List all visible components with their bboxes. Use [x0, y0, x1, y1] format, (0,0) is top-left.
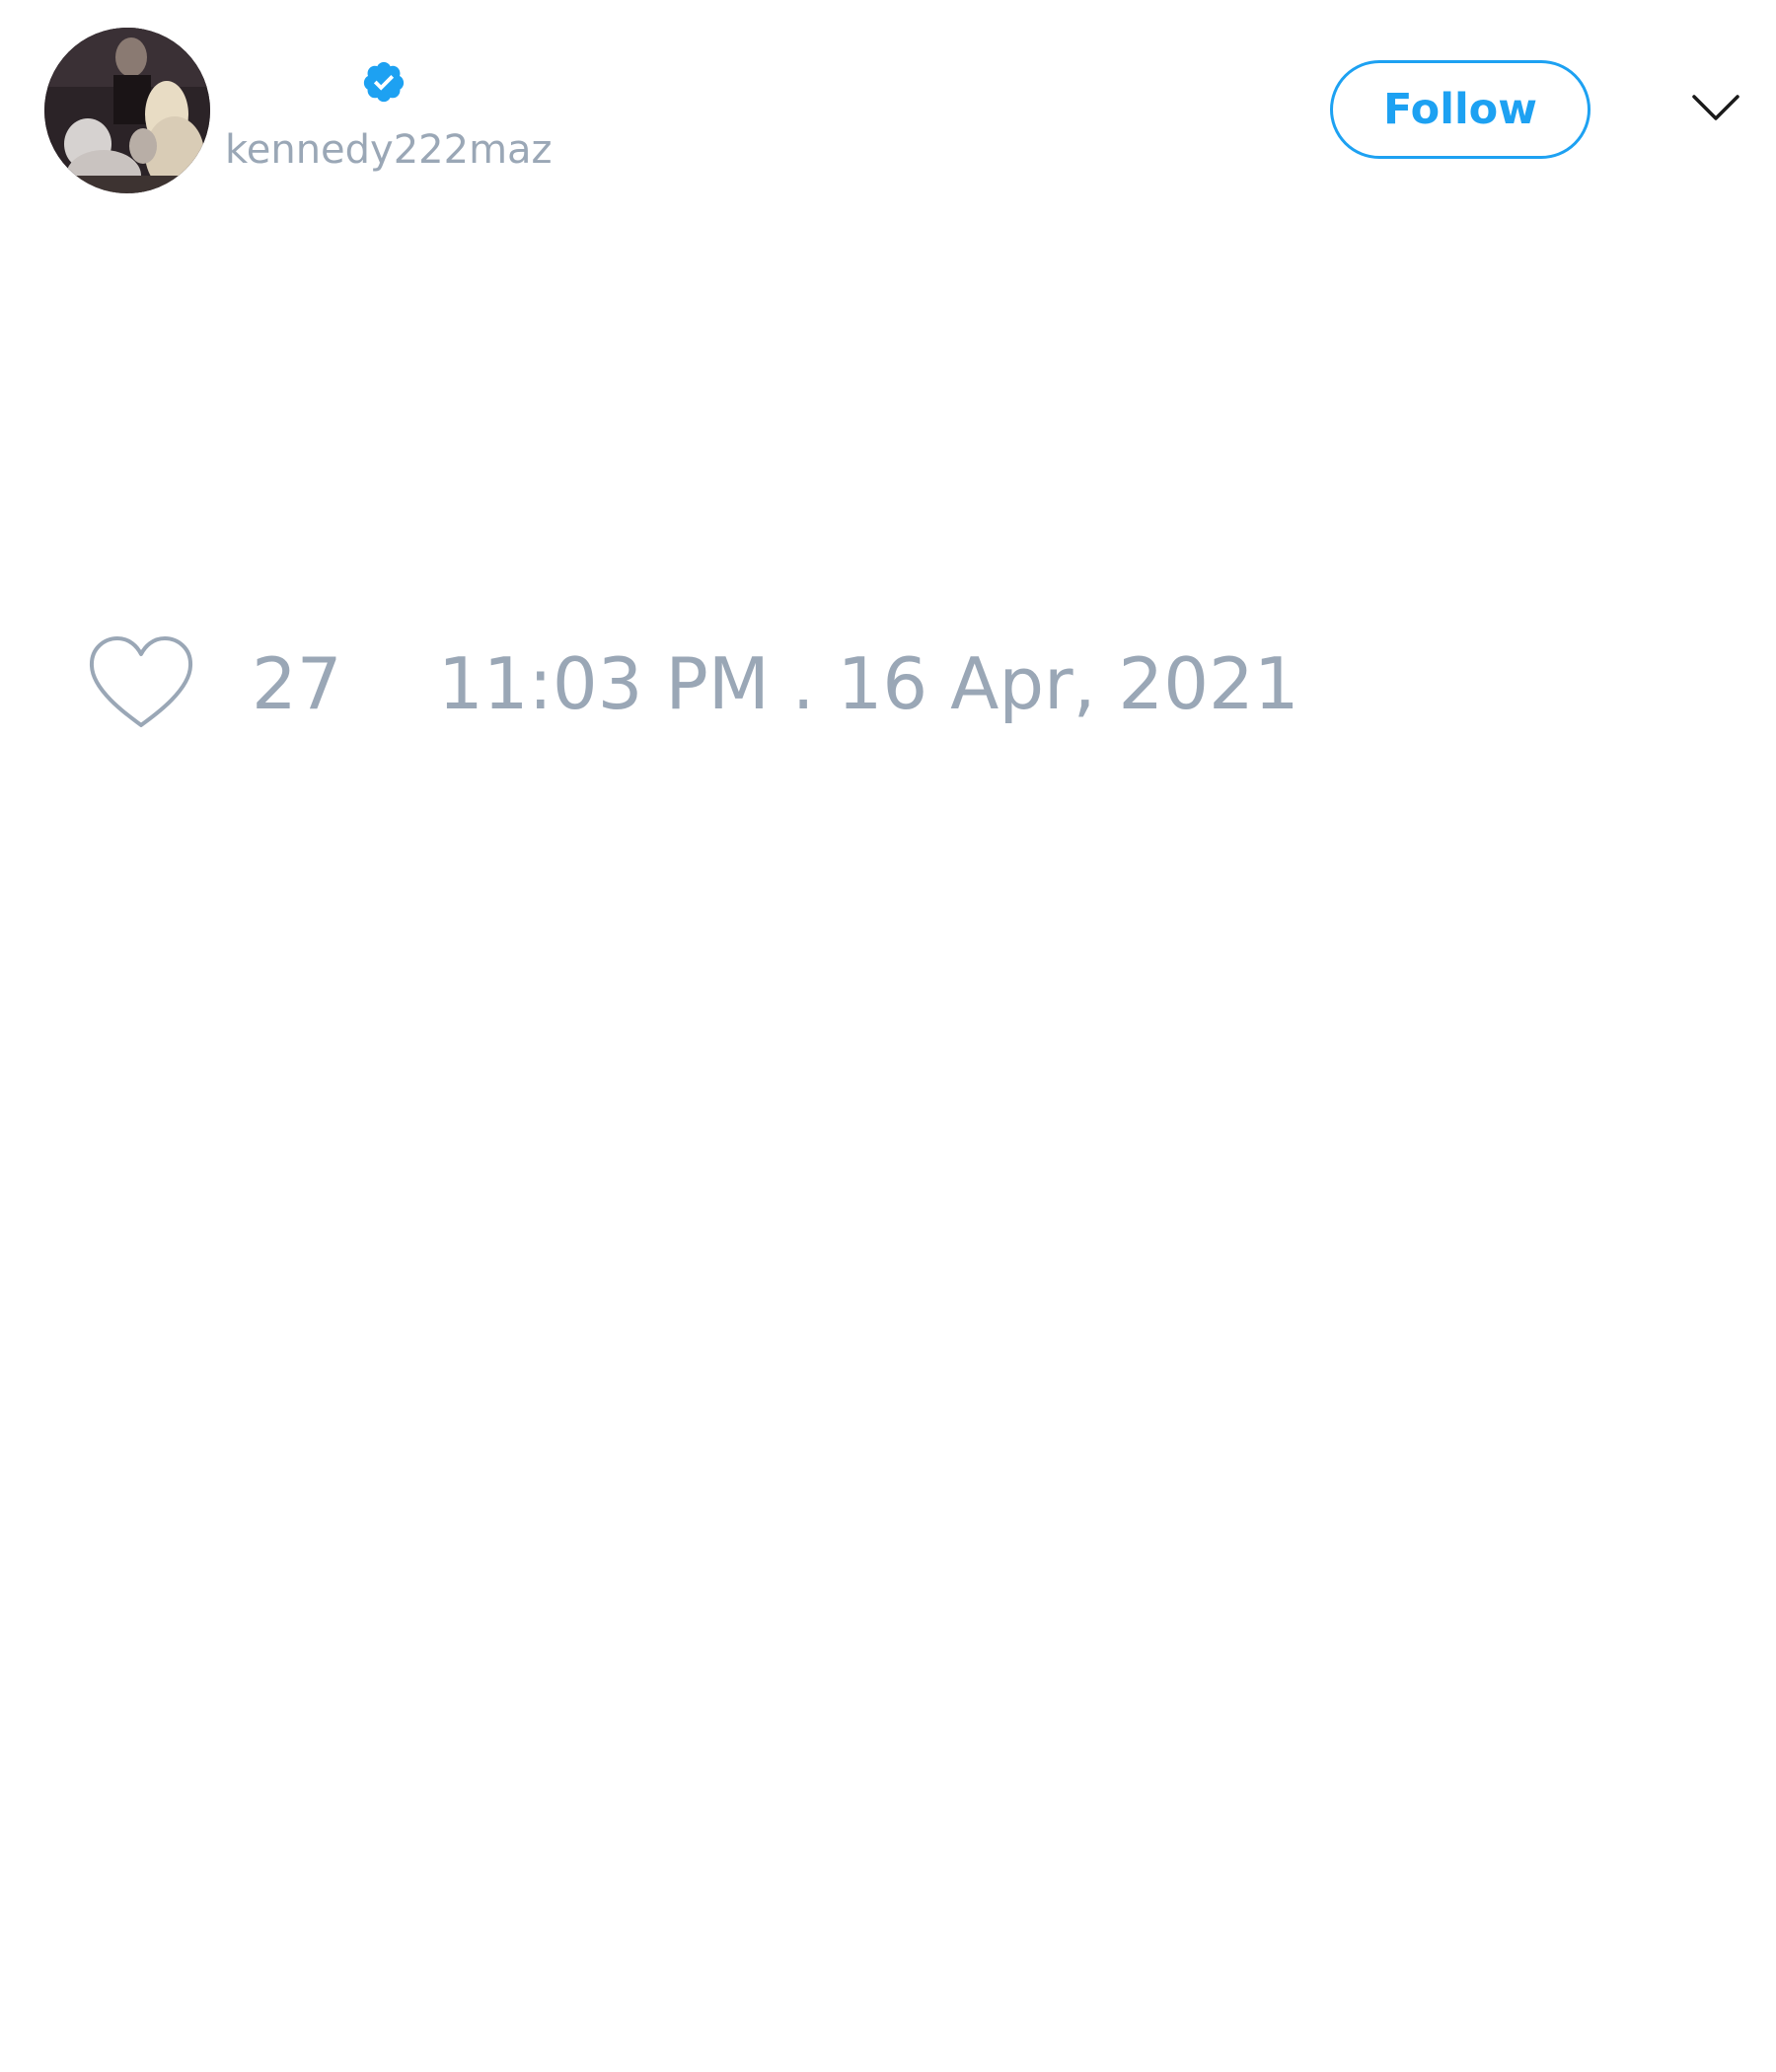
- author-handle[interactable]: kennedy222maz: [225, 126, 553, 174]
- tweet-timestamp[interactable]: 11:03 PM . 16 Apr, 2021: [438, 642, 1299, 725]
- heart-outline-icon[interactable]: [87, 634, 195, 733]
- verified-badge-icon: [363, 61, 405, 103]
- avatar[interactable]: [44, 28, 210, 193]
- like-count: 27: [252, 642, 342, 725]
- tweet-card: kennedy222maz Follow 27 11:03 PM . 16 Ap…: [0, 0, 1776, 2072]
- chevron-down-icon[interactable]: [1691, 89, 1740, 128]
- follow-button[interactable]: Follow: [1330, 60, 1591, 159]
- avatar-image: [44, 28, 210, 193]
